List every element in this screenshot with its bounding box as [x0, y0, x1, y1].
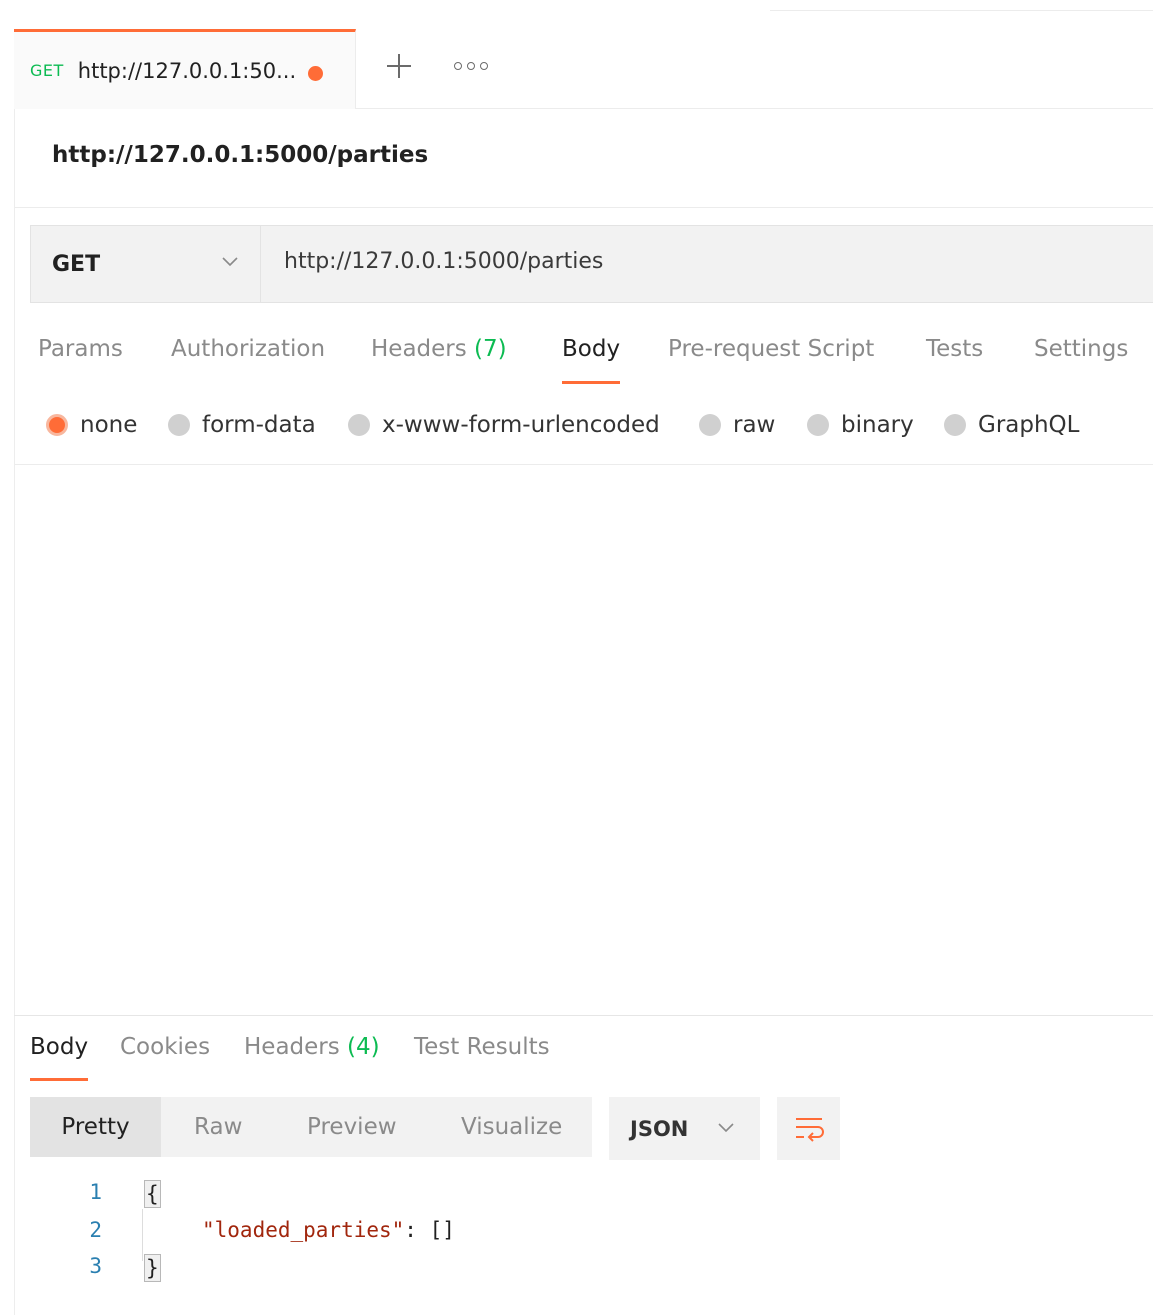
body-type-options: none form-data x-www-form-urlencoded raw…: [46, 407, 1146, 443]
request-tab[interactable]: GET http://127.0.0.1:50...: [14, 29, 356, 109]
body-option-binary[interactable]: binary: [807, 407, 914, 443]
tab-headers-label: Headers: [371, 336, 467, 362]
body-option-label: GraphQL: [978, 412, 1080, 438]
unsaved-dot-icon: [308, 66, 323, 81]
body-option-urlencoded[interactable]: x-www-form-urlencoded: [348, 407, 660, 443]
fold-brace[interactable]: }: [144, 1254, 161, 1282]
wrap-lines-icon: [795, 1117, 824, 1142]
fold-brace[interactable]: {: [144, 1180, 161, 1208]
divider: [14, 207, 1153, 208]
more-tabs-button[interactable]: [454, 59, 488, 73]
response-tab-headers-label: Headers: [244, 1034, 340, 1060]
response-tab-body[interactable]: Body: [30, 1034, 88, 1060]
json-key: "loaded_parties": [202, 1218, 405, 1242]
body-option-label: none: [80, 412, 138, 438]
response-tab-test-results[interactable]: Test Results: [414, 1034, 550, 1060]
tab-params[interactable]: Params: [38, 336, 123, 362]
response-pane-divider[interactable]: [14, 1015, 1153, 1016]
radio-icon: [348, 414, 370, 436]
format-visualize[interactable]: Visualize: [461, 1097, 562, 1157]
format-mode-bar: Pretty Raw Preview Visualize: [30, 1097, 592, 1157]
format-raw[interactable]: Raw: [194, 1097, 242, 1157]
divider: [14, 464, 1153, 465]
json-value: : []: [404, 1218, 455, 1242]
method-select[interactable]: GET: [31, 226, 261, 302]
body-option-label: raw: [733, 412, 776, 438]
active-tab-underline: [30, 1078, 88, 1081]
chevron-down-icon: [718, 1123, 734, 1133]
language-select[interactable]: JSON: [609, 1097, 760, 1160]
request-tab-method: GET: [30, 61, 64, 80]
request-tab-title: http://127.0.0.1:50...: [77, 58, 297, 83]
format-pretty[interactable]: Pretty: [30, 1097, 161, 1157]
line-number: 1: [89, 1180, 102, 1204]
active-tab-underline: [562, 381, 620, 384]
body-option-raw[interactable]: raw: [699, 407, 775, 443]
more-icon: [454, 62, 462, 70]
panel-border: [14, 109, 15, 1315]
new-tab-button[interactable]: [384, 51, 414, 81]
response-tab-cookies[interactable]: Cookies: [120, 1034, 210, 1060]
radio-icon: [807, 414, 829, 436]
radio-icon: [168, 414, 190, 436]
tab-body[interactable]: Body: [562, 336, 620, 362]
tab-headers-count: (7): [474, 336, 507, 362]
tab-pre-request-script[interactable]: Pre-request Script: [668, 336, 874, 362]
body-option-label: x-www-form-urlencoded: [382, 412, 660, 438]
body-option-none[interactable]: none: [46, 407, 137, 443]
tab-authorization[interactable]: Authorization: [171, 336, 325, 362]
body-option-graphql[interactable]: GraphQL: [944, 407, 1079, 443]
code-line: 3 }: [60, 1254, 960, 1290]
body-option-label: form-data: [202, 412, 316, 438]
indent-guide: [142, 1209, 143, 1261]
language-value: JSON: [630, 1116, 689, 1141]
url-bar: GET http://127.0.0.1:5000/parties: [30, 225, 1153, 303]
tab-settings[interactable]: Settings: [1034, 336, 1128, 362]
response-tabs: Body Cookies Headers (4) Test Results: [30, 1034, 730, 1084]
chevron-down-icon: [222, 257, 238, 267]
code-line: 2 "loaded_parties": []: [60, 1218, 960, 1254]
request-name[interactable]: http://127.0.0.1:5000/parties: [52, 142, 428, 168]
url-input[interactable]: http://127.0.0.1:5000/parties: [284, 249, 603, 274]
response-tab-headers-count: (4): [347, 1034, 380, 1060]
line-number: 3: [89, 1254, 102, 1278]
wrap-lines-button[interactable]: [777, 1097, 840, 1160]
radio-icon: [699, 414, 721, 436]
request-tabs: Params Authorization Headers (7) Body Pr…: [38, 336, 1153, 386]
body-option-form-data[interactable]: form-data: [168, 407, 316, 443]
method-value: GET: [52, 251, 101, 277]
tab-tests[interactable]: Tests: [926, 336, 983, 362]
radio-icon: [944, 414, 966, 436]
line-number: 2: [89, 1218, 102, 1242]
radio-selected-icon: [46, 414, 68, 436]
plus-icon: [387, 54, 411, 78]
code-line: 1 {: [60, 1180, 960, 1216]
body-option-label: binary: [841, 412, 914, 438]
response-tab-headers[interactable]: Headers (4): [244, 1034, 380, 1060]
tab-headers[interactable]: Headers (7): [371, 336, 507, 362]
request-tab-bar: GET http://127.0.0.1:50...: [14, 29, 1153, 109]
window-top-strip: [0, 0, 1153, 30]
format-preview[interactable]: Preview: [307, 1097, 397, 1157]
